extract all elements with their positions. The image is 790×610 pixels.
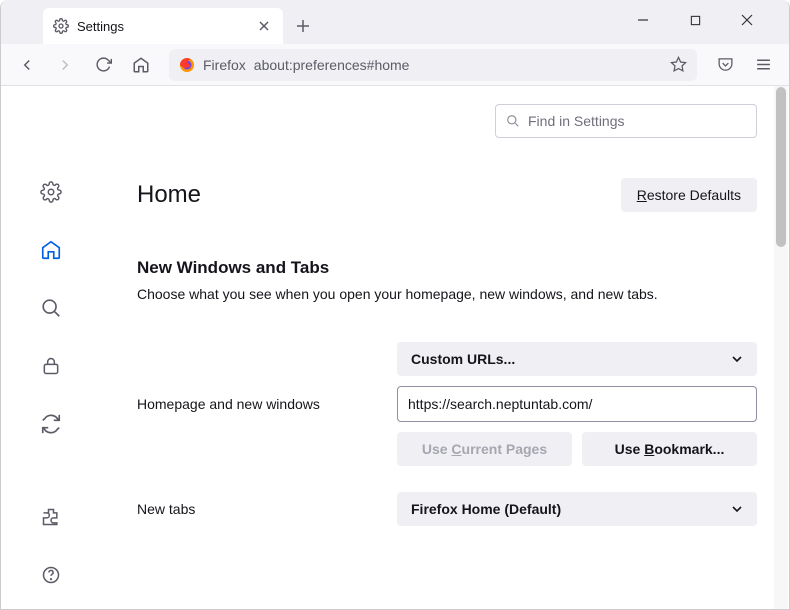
forward-button[interactable]: [49, 49, 81, 81]
app-menu-button[interactable]: [747, 49, 779, 81]
sidebar-extensions-icon[interactable]: [35, 501, 67, 533]
address-text: about:preferences#home: [254, 57, 410, 73]
search-icon: [506, 114, 520, 128]
browser-tab[interactable]: Settings: [43, 8, 283, 44]
scrollbar-thumb[interactable]: [776, 87, 786, 247]
newtabs-label: New tabs: [137, 501, 377, 517]
use-current-pages-button[interactable]: Use Current Pages: [397, 432, 572, 466]
firefox-icon: [179, 57, 195, 73]
back-button[interactable]: [11, 49, 43, 81]
search-placeholder: Find in Settings: [528, 113, 625, 129]
scrollbar[interactable]: [774, 86, 788, 609]
sidebar-search-icon[interactable]: [35, 292, 67, 324]
sidebar-help-icon[interactable]: [35, 559, 67, 591]
chevron-down-icon: [731, 353, 743, 365]
settings-sidebar: [1, 86, 101, 609]
sidebar-privacy-icon[interactable]: [35, 350, 67, 382]
tab-title: Settings: [77, 19, 247, 34]
newtabs-dropdown[interactable]: Firefox Home (Default): [397, 492, 757, 526]
home-button[interactable]: [125, 49, 157, 81]
sidebar-sync-icon[interactable]: [35, 408, 67, 440]
new-tab-button[interactable]: [287, 10, 319, 42]
gear-icon: [53, 18, 69, 34]
use-bookmark-button[interactable]: Use Bookmark...: [582, 432, 757, 466]
bookmark-star-icon[interactable]: [670, 56, 687, 73]
settings-search-input[interactable]: Find in Settings: [495, 104, 757, 138]
page-title: Home: [137, 181, 621, 209]
restore-defaults-button[interactable]: Restore Defaults: [621, 178, 757, 212]
homepage-label: Homepage and new windows: [137, 396, 377, 412]
window-maximize-button[interactable]: [679, 4, 711, 36]
address-prefix: Firefox: [203, 57, 246, 73]
chevron-down-icon: [731, 503, 743, 515]
reload-button[interactable]: [87, 49, 119, 81]
pocket-button[interactable]: [709, 49, 741, 81]
section-heading: New Windows and Tabs: [137, 258, 757, 278]
settings-main: Find in Settings Home Restore Defaults N…: [101, 86, 789, 609]
sidebar-home-icon[interactable]: [35, 234, 67, 266]
section-description: Choose what you see when you open your h…: [137, 286, 757, 302]
homepage-mode-dropdown[interactable]: Custom URLs...: [397, 342, 757, 376]
tab-bar: Settings: [1, 0, 789, 44]
address-bar[interactable]: Firefox about:preferences#home: [169, 49, 697, 81]
window-close-button[interactable]: [731, 4, 763, 36]
window-minimize-button[interactable]: [627, 4, 659, 36]
homepage-url-input[interactable]: [397, 386, 757, 422]
content-area: Find in Settings Home Restore Defaults N…: [1, 86, 789, 609]
toolbar: Firefox about:preferences#home: [1, 44, 789, 86]
close-icon[interactable]: [255, 17, 273, 35]
sidebar-general-icon[interactable]: [35, 176, 67, 208]
